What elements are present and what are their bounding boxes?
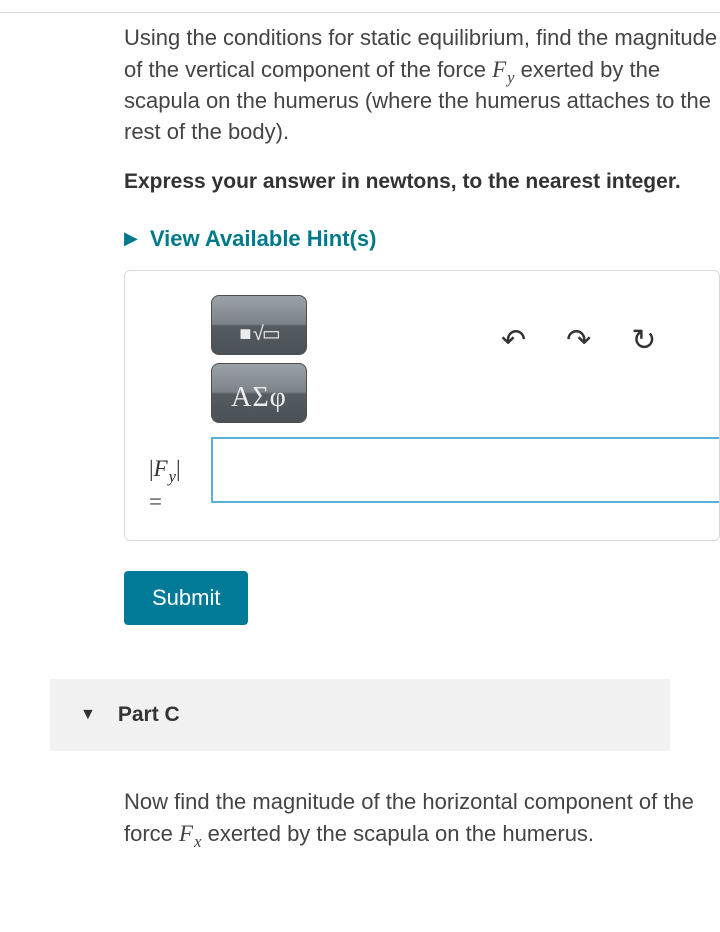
question-text: Using the conditions for static equilibr… <box>124 23 720 148</box>
caret-down-icon: ▼ <box>80 706 96 724</box>
force-symbol-Fy: Fy <box>492 57 514 82</box>
part-c-title: Part C <box>118 703 180 727</box>
answer-input[interactable] <box>211 437 719 503</box>
templates-icon: ■ √▭ <box>239 321 279 346</box>
reset-button[interactable]: ↻ <box>631 323 656 358</box>
view-hints-toggle[interactable]: ▶ View Available Hint(s) <box>124 226 720 252</box>
part-c-header[interactable]: ▼ Part C <box>50 679 670 751</box>
reset-icon: ↻ <box>631 324 656 357</box>
redo-icon: ↷ <box>566 324 591 357</box>
submit-button[interactable]: Submit <box>124 571 248 625</box>
answer-box: ■ √▭ ΑΣφ ↶ ↷ ↻ |Fy| <box>124 270 720 542</box>
undo-icon: ↶ <box>501 324 526 357</box>
force-symbol-Fx: Fx <box>179 821 201 846</box>
caret-right-icon: ▶ <box>124 228 138 249</box>
part-c-text-2: exerted by the scapula on the humerus. <box>208 821 594 846</box>
undo-button[interactable]: ↶ <box>501 323 526 358</box>
part-c-question-text: Now find the magnitude of the horizontal… <box>124 787 720 850</box>
answer-instruction: Express your answer in newtons, to the n… <box>124 168 720 196</box>
greek-icon: ΑΣφ <box>231 382 287 414</box>
greek-letters-button[interactable]: ΑΣφ <box>211 363 307 423</box>
hints-label: View Available Hint(s) <box>150 226 377 252</box>
redo-button[interactable]: ↷ <box>566 323 591 358</box>
answer-lhs: |Fy| = <box>149 437 211 517</box>
equation-templates-button[interactable]: ■ √▭ <box>211 295 307 355</box>
equation-toolbar: ■ √▭ ΑΣφ ↶ ↷ ↻ <box>149 295 719 423</box>
